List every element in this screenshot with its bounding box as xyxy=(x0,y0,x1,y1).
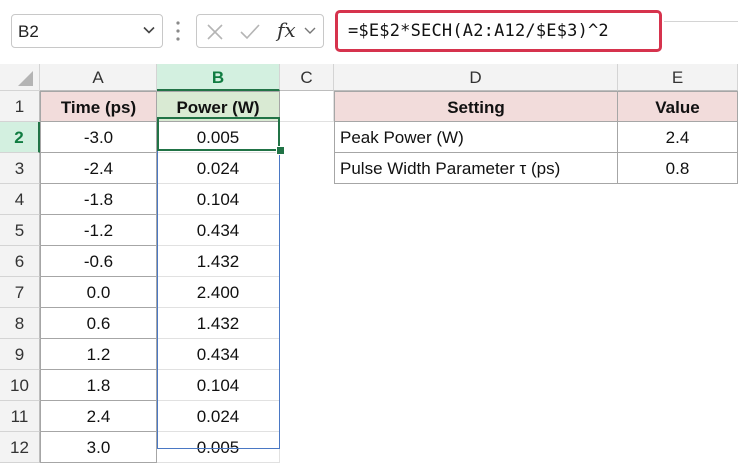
row-header-10[interactable]: 10 xyxy=(0,370,40,401)
column-header-d[interactable]: D xyxy=(334,64,618,91)
time-cell[interactable]: -3.0 xyxy=(40,122,157,153)
formula-controls: fx xyxy=(196,14,324,48)
value-cell[interactable]: 2.4 xyxy=(618,122,738,153)
column-header-e[interactable]: E xyxy=(618,64,738,91)
power-cell[interactable]: 0.104 xyxy=(157,184,280,215)
power-cell[interactable]: 0.024 xyxy=(157,401,280,432)
column-header-b[interactable]: B xyxy=(157,64,280,91)
power-cell[interactable]: 1.432 xyxy=(157,246,280,277)
chevron-down-icon[interactable] xyxy=(303,25,317,37)
name-box[interactable]: B2 xyxy=(11,14,163,48)
time-cell[interactable]: 1.2 xyxy=(40,339,157,370)
setting-cell[interactable]: Pulse Width Parameter τ (ps) xyxy=(334,153,618,184)
time-cell[interactable]: -0.6 xyxy=(40,246,157,277)
time-cell[interactable]: 0.6 xyxy=(40,308,157,339)
row-header-7[interactable]: 7 xyxy=(0,277,40,308)
name-box-value: B2 xyxy=(18,22,39,41)
row-header-3[interactable]: 3 xyxy=(0,153,40,184)
cell-c1[interactable] xyxy=(280,91,334,122)
enter-check-icon[interactable] xyxy=(239,22,261,42)
chevron-down-icon[interactable] xyxy=(142,23,156,37)
power-cell[interactable]: 0.104 xyxy=(157,370,280,401)
row-header-4[interactable]: 4 xyxy=(0,184,40,215)
select-all-corner[interactable] xyxy=(0,64,40,91)
time-cell[interactable]: 0.0 xyxy=(40,277,157,308)
row-header-11[interactable]: 11 xyxy=(0,401,40,432)
header-value[interactable]: Value xyxy=(618,91,738,122)
divider xyxy=(664,21,738,22)
header-setting[interactable]: Setting xyxy=(334,91,618,122)
power-cell[interactable]: 1.432 xyxy=(157,308,280,339)
more-options-icon[interactable] xyxy=(174,17,182,45)
select-all-triangle-icon xyxy=(18,71,33,86)
time-cell[interactable]: -1.8 xyxy=(40,184,157,215)
time-cell[interactable]: -2.4 xyxy=(40,153,157,184)
fx-icon[interactable]: fx xyxy=(277,18,296,42)
header-power[interactable]: Power (W) xyxy=(157,91,280,122)
cancel-x-icon[interactable] xyxy=(205,22,225,42)
row-header-1[interactable]: 1 xyxy=(0,91,40,122)
value-cell[interactable]: 0.8 xyxy=(618,153,738,184)
power-cell[interactable]: 0.024 xyxy=(157,153,280,184)
row-header-9[interactable]: 9 xyxy=(0,339,40,370)
formula-bar-area: B2 fx =$E$2*SECH(A2:A12/$E$3)^2 xyxy=(0,0,738,64)
power-cell[interactable]: 0.434 xyxy=(157,215,280,246)
formula-input[interactable]: =$E$2*SECH(A2:A12/$E$3)^2 xyxy=(335,10,662,52)
row-header-6[interactable]: 6 xyxy=(0,246,40,277)
header-time[interactable]: Time (ps) xyxy=(40,91,157,122)
time-cell[interactable]: 2.4 xyxy=(40,401,157,432)
row-header-2[interactable]: 2 xyxy=(0,122,40,153)
time-cell[interactable]: 1.8 xyxy=(40,370,157,401)
row-header-8[interactable]: 8 xyxy=(0,308,40,339)
row-header-5[interactable]: 5 xyxy=(0,215,40,246)
column-header-c[interactable]: C xyxy=(280,64,334,91)
fill-handle[interactable] xyxy=(276,146,285,155)
column-header-a[interactable]: A xyxy=(40,64,157,91)
power-cell[interactable]: 0.434 xyxy=(157,339,280,370)
power-cell[interactable]: 0.005 xyxy=(157,122,280,153)
power-cell[interactable]: 2.400 xyxy=(157,277,280,308)
setting-cell[interactable]: Peak Power (W) xyxy=(334,122,618,153)
formula-text: =$E$2*SECH(A2:A12/$E$3)^2 xyxy=(348,21,609,41)
time-cell[interactable]: -1.2 xyxy=(40,215,157,246)
